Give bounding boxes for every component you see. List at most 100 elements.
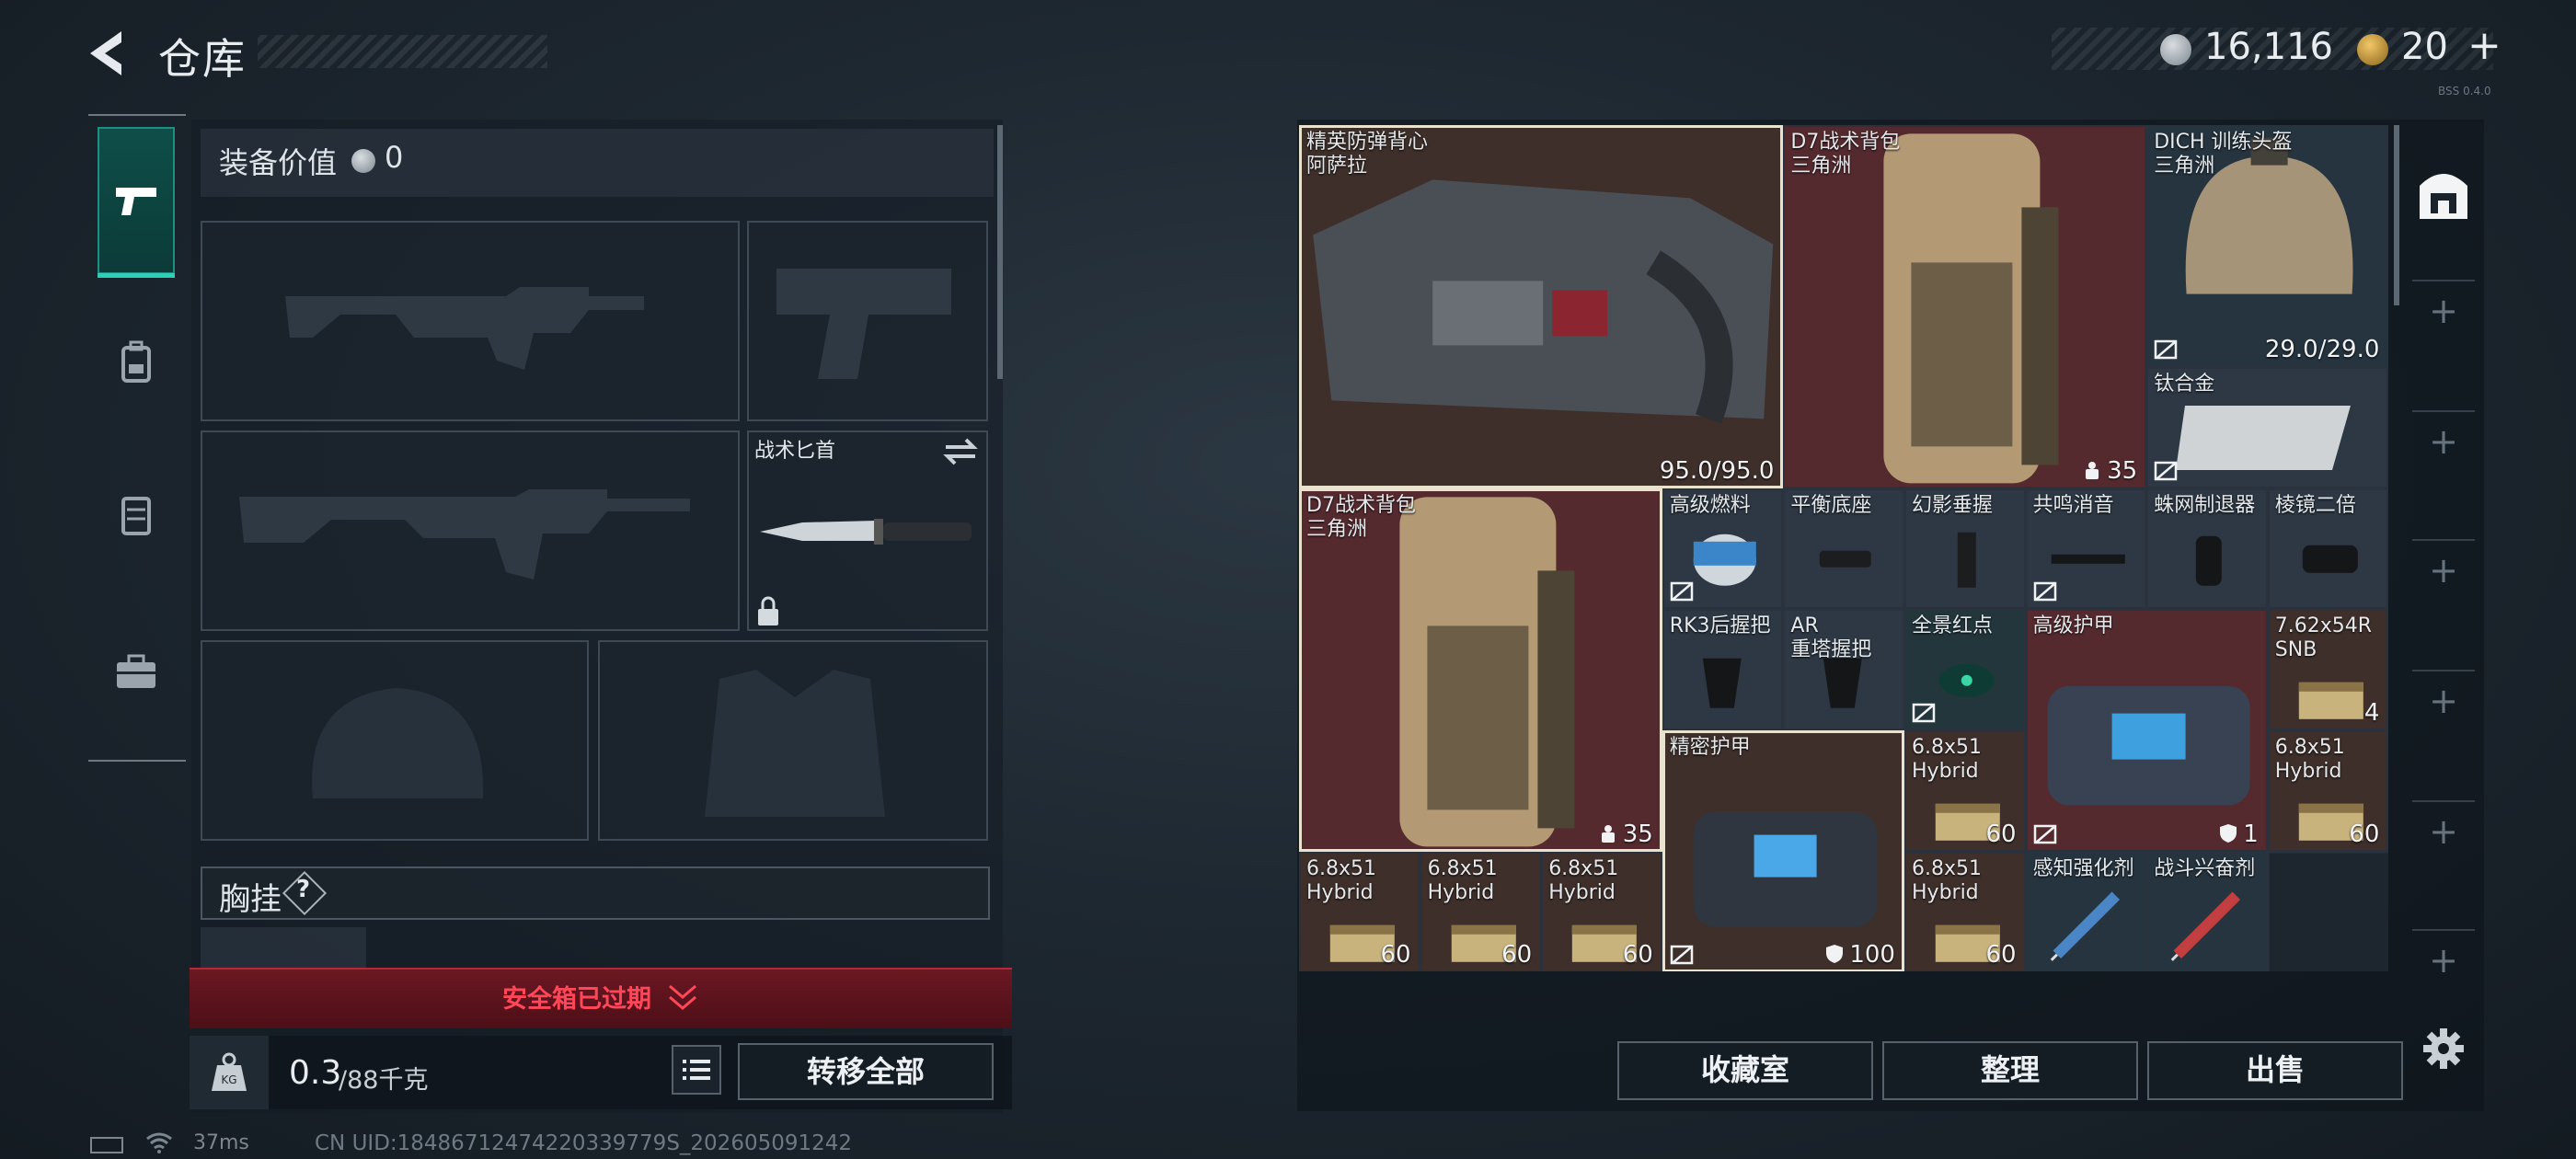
no-drop-icon xyxy=(1670,945,1694,965)
storage-item[interactable]: 精英防弹背心 阿萨拉 95.0/95.0 xyxy=(1299,125,1784,488)
helmet-slot[interactable] xyxy=(201,640,589,841)
storage-item[interactable]: 6.8x51 Hybrid 60 xyxy=(1541,851,1662,971)
helmet-silhouette-icon xyxy=(312,688,484,798)
battery-icon xyxy=(90,1137,123,1153)
item-name: 6.8x51 Hybrid xyxy=(1427,856,1498,904)
pistol-silhouette-icon xyxy=(776,269,951,379)
no-drop-icon xyxy=(2033,824,2056,843)
item-value: 60 xyxy=(2349,820,2380,848)
vest-image xyxy=(1313,179,1774,424)
item-value: 60 xyxy=(1985,941,2017,970)
back-arrow-icon[interactable] xyxy=(85,28,131,79)
item-name: 6.8x51 Hybrid xyxy=(1548,856,1619,904)
secondary-weapon-slot[interactable] xyxy=(201,430,740,631)
bag-image xyxy=(2047,685,2250,806)
item-value: 60 xyxy=(1985,820,2017,848)
gear-icon[interactable] xyxy=(2421,1027,2466,1071)
chevron-down-icon[interactable] xyxy=(664,981,701,1014)
page-title: 仓库 xyxy=(158,34,247,84)
item-value: 60 xyxy=(1622,941,1653,970)
primary-weapon-slot[interactable] xyxy=(201,221,740,421)
storage-item[interactable]: 7.62x54R SNB 4 xyxy=(2267,609,2388,730)
sell-button[interactable]: 出售 xyxy=(2147,1041,2403,1100)
tab-backpack[interactable] xyxy=(98,289,175,436)
equipment-scrollbar[interactable] xyxy=(997,125,1003,379)
storage-item[interactable]: 高级护甲 1 xyxy=(2025,609,2268,852)
storage-item[interactable]: 6.8x51 Hybrid 60 xyxy=(1904,851,2026,971)
rail-divider xyxy=(2412,280,2475,281)
silver-coin-icon xyxy=(2160,34,2191,65)
rifle-silhouette-icon xyxy=(239,489,690,580)
storage-item[interactable]: AR 重塔握把 xyxy=(1783,609,1904,730)
uid-text: CN UID:18486712474220339779S_20260509124… xyxy=(315,1131,853,1155)
add-storage-page-button[interactable]: + xyxy=(2425,293,2462,329)
item-name: 6.8x51 Hybrid xyxy=(1306,856,1377,904)
storage-item[interactable]: 精密护甲 100 xyxy=(1662,730,1904,971)
item-name: RK3后握把 xyxy=(1669,614,1771,638)
storage-grid: 精英防弹背心 阿萨拉 95.0/95.0 D7战术背包 三角洲 35 DICH 训练头盔… xyxy=(1299,125,2388,971)
knife-label: 战术匕首 xyxy=(754,440,836,463)
item-value: 60 xyxy=(1501,941,1533,970)
armor-silhouette-icon xyxy=(705,670,885,817)
add-storage-page-button[interactable]: + xyxy=(2425,942,2462,979)
add-storage-page-button[interactable]: + xyxy=(2425,552,2462,589)
storage-item[interactable]: 幻影垂握 xyxy=(1904,488,2026,610)
svg-text:KG: KG xyxy=(221,1073,236,1086)
item-name: 棱镜二倍 xyxy=(2274,493,2356,517)
collection-button[interactable]: 收藏室 xyxy=(1617,1041,1873,1100)
add-storage-page-button[interactable]: + xyxy=(2425,683,2462,719)
storage-scrollbar[interactable] xyxy=(2394,125,2399,305)
no-drop-icon xyxy=(2154,461,2178,481)
item-name: 幻影垂握 xyxy=(1912,493,1994,517)
add-tokens-button[interactable]: + xyxy=(2467,22,2501,69)
tabs-divider-bottom xyxy=(88,760,186,762)
pistol-slot[interactable] xyxy=(747,221,988,421)
storage-item[interactable]: 感知强化剂 xyxy=(2025,851,2147,971)
sort-button[interactable]: 整理 xyxy=(1882,1041,2138,1100)
chest-rig-slot[interactable] xyxy=(201,927,366,970)
item-name: 精密护甲 xyxy=(1669,736,1751,759)
storage-item[interactable]: RK3后握把 xyxy=(1662,609,1784,730)
tab-safe-case[interactable] xyxy=(98,598,175,745)
storage-item[interactable]: 高级燃料 xyxy=(1662,488,1784,610)
tab-weapons[interactable] xyxy=(98,127,175,278)
storage-item[interactable]: 平衡底座 xyxy=(1783,488,1904,610)
rail-divider xyxy=(2412,929,2475,931)
chest-rig-icon xyxy=(121,497,151,535)
item-name: 平衡底座 xyxy=(1790,493,1872,517)
item-name: D7战术背包 三角洲 xyxy=(1306,493,1416,541)
list-view-button[interactable] xyxy=(672,1045,721,1095)
storage-item[interactable]: D7战术背包 三角洲 35 xyxy=(1299,488,1662,852)
storage-item[interactable]: 共鸣消音 xyxy=(2025,488,2147,610)
item-name: 6.8x51 Hybrid xyxy=(2274,736,2345,783)
storage-item[interactable]: DICH 训练头盔 三角洲 29.0/29.0 xyxy=(2146,125,2388,368)
token-balance: 20 xyxy=(2401,26,2448,68)
wifi-icon xyxy=(145,1131,173,1159)
rifle-silhouette-icon xyxy=(285,287,644,370)
item-name: 高级燃料 xyxy=(1669,493,1751,517)
tab-chest-rig[interactable] xyxy=(98,442,175,589)
item-name: 全景红点 xyxy=(1912,614,1994,638)
storage-item[interactable]: 钛合金 xyxy=(2146,367,2388,488)
add-storage-page-button[interactable]: + xyxy=(2425,813,2462,850)
swap-icon[interactable] xyxy=(942,436,979,467)
storage-item[interactable]: 全景红点 xyxy=(1904,609,2026,730)
storage-item[interactable]: 6.8x51 Hybrid 60 xyxy=(1904,730,2026,852)
storage-item[interactable]: 蛛网制退器 xyxy=(2146,488,2268,610)
weight-current: 0.3 xyxy=(289,1054,342,1092)
storage-page-icon[interactable] xyxy=(2403,158,2484,228)
storage-item[interactable]: 6.8x51 Hybrid 60 xyxy=(1420,851,1542,971)
gold-token-icon xyxy=(2357,34,2388,65)
storage-item[interactable]: 6.8x51 Hybrid 60 xyxy=(2267,730,2388,852)
rail-divider xyxy=(2412,670,2475,671)
storage-item[interactable]: 战斗兴奋剂 xyxy=(2146,851,2268,971)
build-version: BSS 0.4.0 xyxy=(2438,85,2491,98)
transfer-all-button[interactable]: 转移全部 xyxy=(738,1043,994,1100)
storage-item[interactable]: 棱镜二倍 xyxy=(2267,488,2388,610)
storage-item[interactable]: 6.8x51 Hybrid 60 xyxy=(1299,851,1420,971)
add-storage-page-button[interactable]: + xyxy=(2425,423,2462,460)
storage-item[interactable]: D7战术背包 三角洲 35 xyxy=(1783,125,2147,488)
briefcase-icon xyxy=(117,654,155,688)
backpack-image xyxy=(1883,133,2059,484)
body-armor-slot[interactable] xyxy=(598,640,988,841)
